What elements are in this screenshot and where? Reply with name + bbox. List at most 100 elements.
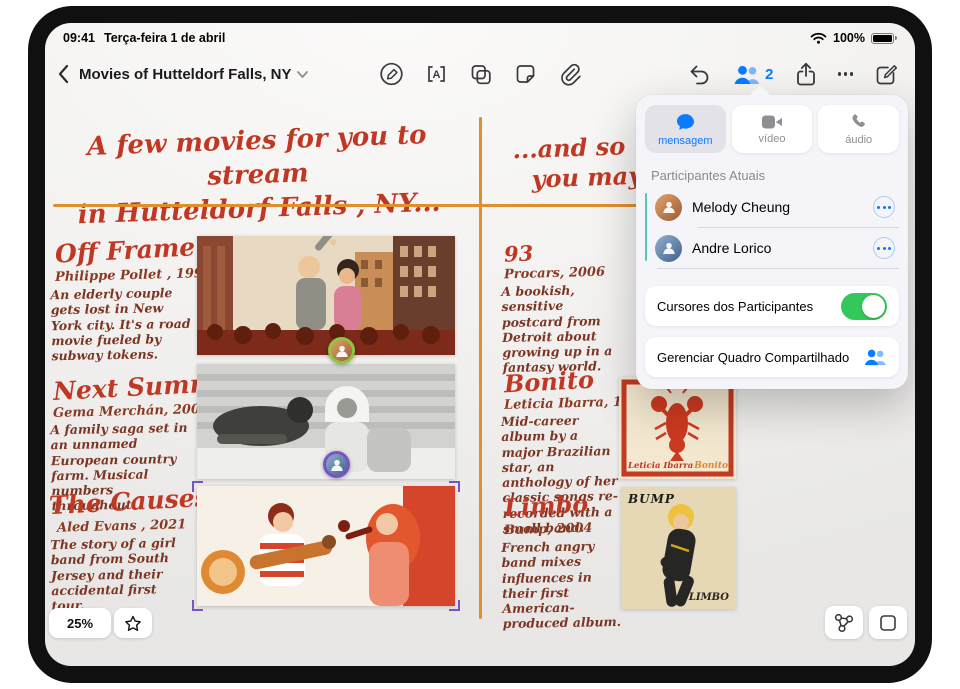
zoom-level-value: 25% [67, 616, 93, 631]
board-heading-right[interactable]: ...and so you may [512, 131, 643, 195]
album-title-93[interactable]: 93 [503, 240, 534, 266]
wifi-icon [810, 32, 827, 44]
screenshot-root: 09:41 Terça-feira 1 de abril 100% Movies… [0, 0, 960, 689]
footer-right-controls [825, 606, 907, 639]
album-title-bonito[interactable]: Bonito [503, 365, 594, 399]
status-time: 09:41 [63, 31, 95, 45]
undo-button[interactable] [688, 62, 712, 86]
toolbar: Movies of Hutteldorf Falls, NY A [45, 53, 915, 95]
status-bar: 09:41 Terça-feira 1 de abril 100% [45, 31, 915, 45]
album-byline-limbo[interactable]: Bump, 2004 [504, 521, 593, 538]
selection-handle-bottom-left[interactable] [192, 600, 203, 611]
tab-video[interactable]: vídeo [732, 105, 813, 153]
album-art-bonito[interactable]: Leticia Ibarra Bonito [619, 377, 736, 479]
divider-line-vertical[interactable] [479, 117, 482, 619]
album-byline-93[interactable]: Procars, 2006 [504, 265, 605, 283]
person-icon [329, 457, 345, 473]
connect-objects-button[interactable] [825, 606, 863, 639]
board-title: Movies of Hutteldorf Falls, NY [79, 66, 292, 83]
back-button[interactable] [57, 64, 69, 84]
audio-icon [849, 112, 868, 131]
textbox-tool-button[interactable]: A [425, 62, 449, 86]
favorite-button[interactable] [114, 608, 152, 638]
movie-image-off-frame[interactable] [197, 236, 455, 355]
person-icon [661, 199, 677, 215]
share-icon [795, 62, 817, 87]
avatar-andre [655, 235, 682, 262]
participant-cursors-row: Cursores dos Participantes [645, 286, 899, 326]
tab-audio[interactable]: áudio [818, 105, 899, 153]
participant-more-button[interactable] [873, 237, 895, 259]
battery-percent: 100% [833, 31, 865, 45]
connect-icon [833, 612, 855, 634]
board-title-menu[interactable]: Movies of Hutteldorf Falls, NY [79, 66, 308, 83]
selection-handle-top-right[interactable] [449, 481, 460, 492]
participant-row-andre[interactable]: Andre Lorico [651, 228, 899, 268]
avatar-melody [655, 194, 682, 221]
selection-handle-bottom-right[interactable] [449, 600, 460, 611]
collaborators-count: 2 [765, 66, 773, 83]
participant-more-button[interactable] [873, 196, 895, 218]
footer-left-controls: 25% [49, 608, 152, 638]
album-title-limbo[interactable]: Limbo [503, 489, 589, 522]
collaborate-icon [733, 64, 760, 85]
person-icon [661, 240, 677, 256]
participant-name: Andre Lorico [692, 240, 771, 256]
movie-image-the-causes[interactable] [197, 486, 455, 606]
participant-more-icon [877, 247, 891, 250]
movie-byline-next-summer[interactable]: Gema Merchán, 2002 [53, 402, 209, 421]
album-desc-limbo[interactable]: French angry band mixes influences in th… [501, 538, 623, 632]
battery-icon [871, 33, 897, 44]
tab-video-label: vídeo [759, 133, 786, 145]
movie-byline-off-frame[interactable]: Philippe Pollet , 1993 [55, 266, 212, 285]
compose-button[interactable] [874, 62, 899, 87]
tab-audio-label: áudio [845, 134, 872, 146]
note-tool-button[interactable] [514, 62, 538, 86]
participants-list: Melody Cheung Andre Lorico [645, 187, 899, 269]
album-desc-93[interactable]: A bookish, sensitive postcard from Detro… [501, 282, 615, 375]
toggle-knob [862, 295, 885, 318]
attachment-icon [558, 62, 582, 86]
draw-icon [379, 61, 405, 87]
zoom-level-button[interactable]: 25% [49, 608, 111, 638]
status-date: Terça-feira 1 de abril [104, 31, 225, 45]
shapes-icon [469, 62, 494, 87]
movie-desc-off-frame[interactable]: An elderly couple gets lost in New York … [50, 285, 193, 364]
star-icon [124, 615, 142, 632]
collaborator-cursor-melody [328, 337, 355, 364]
manage-shared-board-row[interactable]: Gerenciar Quadro Compartilhado [645, 337, 899, 377]
more-button[interactable] [838, 72, 854, 76]
bonito-art-artist-text: Leticia Ibarra [628, 461, 693, 471]
video-icon [761, 114, 783, 130]
heading-right-line1: ...and so [512, 131, 642, 165]
album-art-limbo[interactable]: BUMP LIMBO [621, 487, 736, 609]
popover-tabs: mensagem vídeo áudio [645, 105, 899, 153]
limbo-art-band-text: BUMP [628, 492, 675, 506]
participants-header: Participantes Atuais [651, 168, 893, 183]
attachment-tool-button[interactable] [558, 62, 582, 86]
share-button[interactable] [795, 62, 817, 87]
manage-shared-board-label: Gerenciar Quadro Compartilhado [657, 350, 849, 365]
draw-tool-button[interactable] [379, 61, 405, 87]
tab-message-label: mensagem [658, 135, 712, 147]
participant-more-icon [877, 206, 891, 209]
ipad-device-frame: 09:41 Terça-feira 1 de abril 100% Movies… [28, 6, 932, 683]
select-tool-button[interactable] [869, 606, 907, 639]
selection-handle-top-left[interactable] [192, 481, 203, 492]
select-icon [878, 613, 898, 633]
collaborate-button[interactable]: 2 [733, 64, 773, 85]
manage-icon [863, 348, 887, 366]
movie-byline-the-causes[interactable]: Aled Evans , 2021 [57, 517, 187, 535]
collaborator-cursor-andre [323, 451, 350, 478]
movie-title-off-frame[interactable]: Off Frame [54, 232, 196, 268]
board-heading-left[interactable]: A few movies for you to stream in Huttel… [53, 118, 462, 233]
participant-cursors-toggle[interactable] [841, 293, 887, 320]
participant-row-melody[interactable]: Melody Cheung [651, 187, 899, 227]
shapes-tool-button[interactable] [469, 62, 494, 87]
message-icon [675, 112, 696, 132]
heading-right-line2: you may [513, 161, 643, 195]
collaboration-popover: mensagem vídeo áudio Participantes Atuai… [636, 95, 908, 389]
tab-message[interactable]: mensagem [645, 105, 726, 153]
movie-desc-the-causes[interactable]: The story of a girl band from South Jers… [50, 535, 189, 614]
chevron-down-icon [297, 71, 308, 78]
